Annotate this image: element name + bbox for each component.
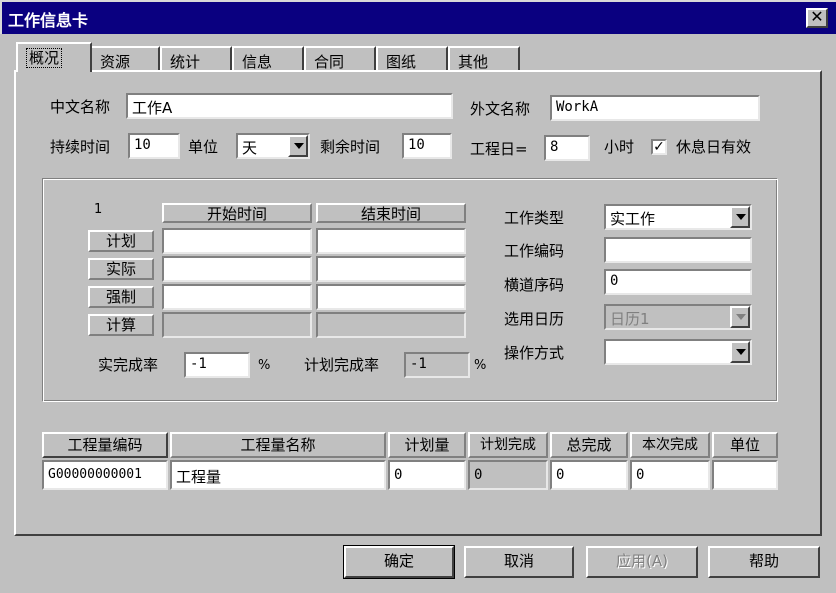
hours-label: 小时 [604,138,635,156]
duration-label: 持续时间 [50,138,111,156]
row-forced-label: 强制 [88,286,154,308]
work-type-dropdown[interactable]: 实工作 [604,204,752,230]
tab-label: 统计 [170,53,201,71]
remaining-input[interactable]: 10 [402,133,452,159]
lane-order-input[interactable]: 0 [604,269,752,295]
calc-start-input [162,312,312,338]
rest-day-label: 休息日有效 [676,138,752,156]
lane-order-label: 横道序码 [504,276,565,294]
row-plan-label: 计划 [88,230,154,252]
remaining-label: 剩余时间 [320,138,381,156]
calendar-value: 日历1 [610,310,650,328]
row-actual-label: 实际 [88,258,154,280]
calendar-dropdown: 日历1 [604,304,752,330]
ok-button[interactable]: 确定 [343,545,455,579]
en-name-label: 外文名称 [470,100,531,118]
tab-general[interactable]: 概况 [16,42,92,72]
tab-info[interactable]: 信息 [232,46,304,72]
actual-rate-label: 实完成率 [98,356,159,374]
plan-start-input[interactable] [162,228,312,254]
plan-rate-label: 计划完成率 [304,356,380,374]
tab-label: 概况 [26,48,63,68]
plan-end-input[interactable] [316,228,466,254]
chevron-down-icon[interactable] [288,135,308,157]
calendar-label: 选用日历 [504,310,565,328]
forced-start-input[interactable] [162,284,312,310]
qty-cell-planned[interactable]: 0 [388,460,466,490]
actual-rate-input[interactable]: -1 [184,352,250,378]
tab-label: 信息 [242,53,273,71]
chevron-down-icon[interactable] [730,206,750,228]
qty-cell-planned-done: 0 [468,460,548,490]
window-title: 工作信息卡 [8,11,89,30]
unit-label: 单位 [188,138,219,156]
workday-label: 工程日= [470,140,528,158]
tab-statistics[interactable]: 统计 [160,46,232,72]
qty-header-unit[interactable]: 单位 [712,432,778,458]
tab-label: 资源 [100,53,131,71]
workday-input[interactable]: 8 [544,135,590,161]
actual-start-input[interactable] [162,256,312,282]
work-code-input[interactable] [604,237,752,263]
close-icon: ✕ [810,7,824,26]
close-button[interactable]: ✕ [806,8,828,28]
duration-input[interactable]: 10 [128,133,180,159]
tab-label: 图纸 [386,53,417,71]
tab-resources[interactable]: 资源 [90,46,160,72]
operation-dropdown[interactable] [604,339,752,365]
plan-rate-input: -1 [404,352,470,378]
row-calc-label: 计算 [88,314,154,336]
operation-label: 操作方式 [504,344,565,362]
chevron-down-icon[interactable] [730,341,750,363]
qty-header-planned[interactable]: 计划量 [388,432,466,458]
tab-other[interactable]: 其他 [448,46,520,72]
qty-header-planned-done[interactable]: 计划完成 [468,432,548,458]
cn-name-input[interactable]: 工作A [126,93,453,119]
qty-header-name[interactable]: 工程量名称 [170,432,386,458]
qty-cell-total-done[interactable]: 0 [550,460,628,490]
rest-day-checkbox[interactable]: ✓ [651,139,667,155]
unit-dropdown[interactable]: 天 [236,133,310,159]
qty-header-current-done[interactable]: 本次完成 [630,432,710,458]
tab-label: 合同 [314,53,345,71]
cancel-button[interactable]: 取消 [464,546,574,578]
qty-header-total-done[interactable]: 总完成 [550,432,628,458]
tab-contract[interactable]: 合同 [304,46,376,72]
check-icon: ✓ [653,139,665,155]
help-button[interactable]: 帮助 [708,546,820,578]
unit-value: 天 [242,139,258,157]
work-type-label: 工作类型 [504,209,565,227]
qty-cell-unit[interactable] [712,460,778,490]
tab-label: 其他 [458,53,489,71]
work-code-label: 工作编码 [504,242,565,260]
actual-rate-unit: % [258,358,271,373]
plan-rate-unit: % [474,358,487,373]
qty-cell-code[interactable]: G00000000001 [42,460,168,490]
cn-name-label: 中文名称 [50,98,111,116]
qty-cell-name[interactable]: 工程量 [170,460,386,490]
col-end-header: 结束时间 [316,203,466,223]
actual-end-input[interactable] [316,256,466,282]
forced-end-input[interactable] [316,284,466,310]
qty-header-code[interactable]: 工程量编码 [42,432,168,458]
col-start-header: 开始时间 [162,203,312,223]
grid-corner: 1 [94,202,103,217]
work-type-value: 实工作 [610,210,656,228]
tab-drawings[interactable]: 图纸 [376,46,448,72]
apply-button: 应用(A) [586,546,698,578]
en-name-input[interactable]: WorkA [550,95,760,121]
chevron-down-icon [730,306,750,328]
calc-end-input [316,312,466,338]
qty-cell-current-done[interactable]: 0 [630,460,710,490]
title-bar: 工作信息卡 ✕ [0,0,836,34]
